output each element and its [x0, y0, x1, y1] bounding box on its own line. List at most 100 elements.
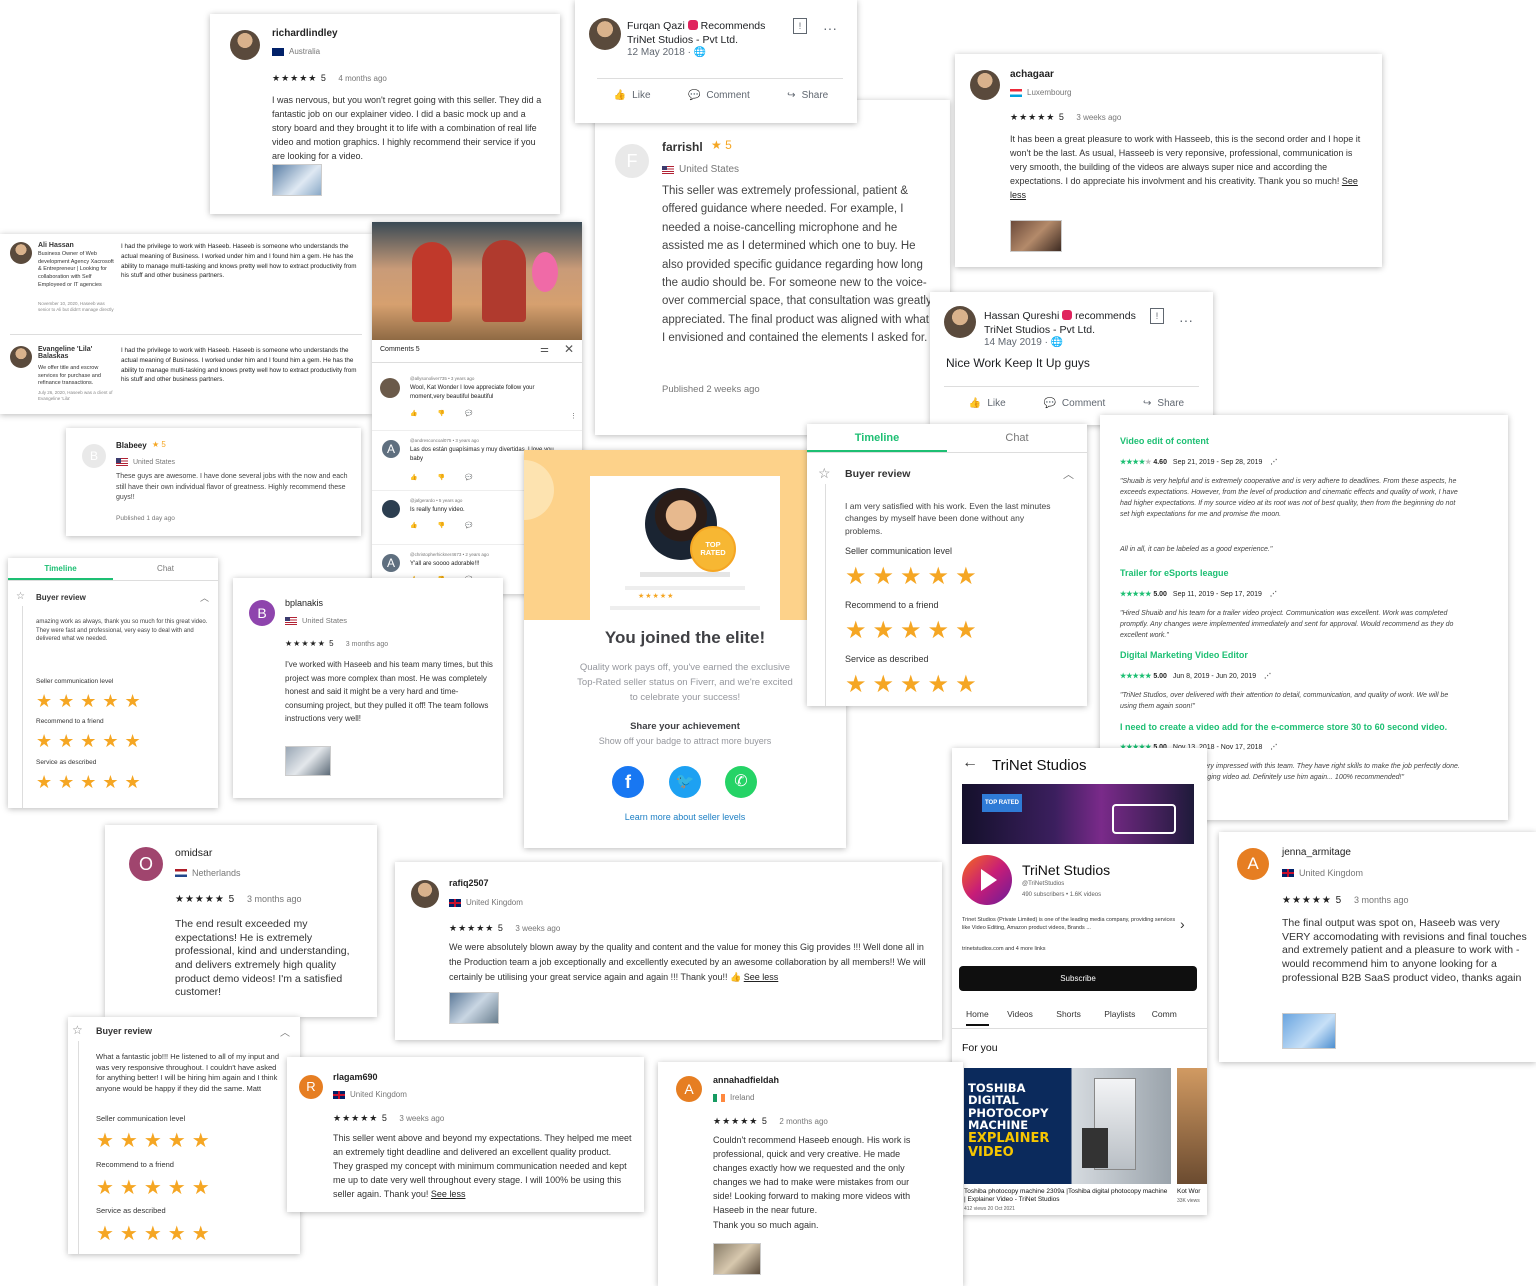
tab-chat[interactable]: Chat	[113, 558, 218, 580]
avatar[interactable]	[10, 346, 32, 368]
video-thumbnail[interactable]: TOSHIBA DIGITAL PHOTOCOPY MACHINE EXPLAI…	[964, 1068, 1171, 1184]
facebook-share-icon[interactable]: f	[612, 766, 644, 798]
reviewer-name[interactable]: richardlindley	[272, 28, 338, 39]
tab-videos[interactable]: Videos	[1007, 1009, 1033, 1019]
back-arrow-icon[interactable]: ←	[962, 754, 978, 772]
channel-avatar[interactable]	[962, 855, 1012, 905]
tab-community[interactable]: Comm	[1152, 1009, 1177, 1019]
avatar[interactable]: R	[299, 1075, 323, 1099]
share-button[interactable]: ↪ Share	[787, 90, 828, 101]
reviewer-name[interactable]: achagaar	[1010, 69, 1054, 80]
avatar[interactable]: B	[249, 600, 275, 626]
reviewer-name[interactable]: jenna_armitage	[1282, 847, 1351, 858]
chevron-right-icon[interactable]: ›	[1180, 916, 1185, 932]
see-less-link[interactable]: See less	[431, 1189, 466, 1199]
job-title[interactable]: Trailer for eSports league	[1120, 568, 1229, 578]
comment-button[interactable]: 💬 Comment	[688, 90, 750, 101]
video-thumbnail[interactable]	[713, 1243, 761, 1275]
tab-shorts[interactable]: Shorts	[1056, 1009, 1081, 1019]
tab-timeline[interactable]: Timeline	[807, 424, 947, 452]
avatar[interactable]	[970, 70, 1000, 100]
like-button[interactable]: 👍 Like	[614, 90, 651, 101]
avatar[interactable]: A	[382, 440, 400, 458]
comment-actions[interactable]: 👍👎💬	[410, 474, 492, 481]
share-button[interactable]: ↪ Share	[1143, 398, 1184, 409]
report-icon[interactable]: !	[793, 18, 807, 34]
job-title[interactable]: Video edit of content	[1120, 436, 1209, 446]
tab-home[interactable]: Home	[966, 1009, 989, 1026]
comment-button[interactable]: 💬 Comment	[1043, 398, 1105, 409]
tab-chat[interactable]: Chat	[947, 424, 1087, 452]
reviewer-name[interactable]: farrishl	[662, 140, 703, 154]
comment-author[interactable]: @jafgerardo • 5 years ago	[410, 498, 462, 503]
avatar[interactable]: A	[676, 1076, 702, 1102]
avatar[interactable]: B	[82, 444, 106, 468]
share-icon[interactable]: ⋰	[1270, 459, 1277, 466]
video-title-2[interactable]: Kot Wor	[1177, 1188, 1207, 1195]
close-icon[interactable]: ✕	[564, 342, 574, 356]
reviewer-name[interactable]: Blabeey	[116, 441, 147, 450]
job-title[interactable]: I need to create a video add for the e-c…	[1120, 722, 1447, 732]
video-thumbnail[interactable]	[285, 746, 331, 776]
avatar[interactable]	[10, 242, 32, 264]
like-button[interactable]: 👍 Like	[969, 398, 1006, 409]
channel-description[interactable]: Trinet Studios (Private Limited) is one …	[962, 916, 1177, 933]
recommender-name[interactable]: Ali Hassan	[38, 242, 74, 249]
avatar[interactable]	[230, 30, 260, 60]
report-icon[interactable]: !	[1150, 308, 1164, 324]
recommender-name[interactable]: Furqan Qazi	[627, 20, 685, 32]
chevron-up-icon[interactable]: ︿	[200, 591, 209, 604]
twitter-share-icon[interactable]: 🐦	[669, 766, 701, 798]
video-thumbnail-2[interactable]	[1177, 1068, 1207, 1184]
chevron-up-icon[interactable]: ︿	[280, 1024, 290, 1039]
avatar[interactable]	[589, 18, 621, 50]
reviewer-name[interactable]: annahadfieldah	[713, 1075, 779, 1085]
learn-more-link[interactable]: Learn more about seller levels	[524, 812, 846, 822]
recommender-name[interactable]: Hassan Qureshi	[984, 310, 1059, 322]
page-name[interactable]: TriNet Studios - Pvt Ltd.	[984, 324, 1095, 336]
share-icon: ↪	[787, 90, 796, 101]
chevron-up-icon[interactable]: ︿	[1063, 466, 1074, 482]
tab-playlists[interactable]: Playlists	[1104, 1009, 1135, 1019]
comment-author[interactable]: @andresconcoal075 • 3 years ago	[410, 438, 479, 443]
tab-timeline[interactable]: Timeline	[8, 558, 113, 580]
recommender-name[interactable]: Evangeline 'Lila' Balaskas	[38, 346, 98, 360]
avatar[interactable]: O	[129, 847, 163, 881]
avatar[interactable]	[380, 378, 400, 398]
video-title[interactable]: Toshiba photocopy machine 2309a |Toshiba…	[964, 1188, 1169, 1205]
more-options-icon[interactable]: ⋮	[570, 412, 577, 420]
reviewer-name[interactable]: omidsar	[175, 847, 212, 859]
see-less-link[interactable]: See less	[744, 972, 779, 982]
video-thumbnail[interactable]	[449, 992, 499, 1024]
channel-banner[interactable]: TOP RATED	[962, 784, 1194, 844]
video-thumbnail[interactable]	[1010, 220, 1062, 252]
divider	[10, 334, 362, 335]
page-name[interactable]: TriNet Studios - Pvt Ltd.	[627, 34, 738, 46]
video-thumbnail[interactable]	[272, 164, 322, 196]
more-options-icon[interactable]: ···	[1179, 312, 1193, 328]
avatar[interactable]	[944, 306, 976, 338]
comment-actions[interactable]: 👍👎💬	[410, 410, 492, 417]
channel-links[interactable]: trinetstudios.com and 4 more links	[962, 946, 1045, 952]
avatar[interactable]: A	[382, 554, 400, 572]
more-options-icon[interactable]: ···	[823, 20, 837, 36]
avatar[interactable]: A	[1237, 848, 1269, 880]
comment-author[interactable]: @allysonoliver735 • 3 years ago	[410, 376, 474, 381]
share-icon[interactable]: ⋰	[1270, 591, 1277, 598]
reviewer-name[interactable]: rlagam690	[333, 1072, 378, 1082]
avatar[interactable]: F	[615, 144, 649, 178]
comment-author[interactable]: @christopherhickner4673 • 2 years ago	[410, 552, 489, 557]
share-icon[interactable]: ⋰	[1264, 673, 1271, 680]
reviewer-name[interactable]: rafiq2507	[449, 878, 489, 888]
comment-actions[interactable]: 👍👎💬	[410, 522, 492, 529]
job-title[interactable]: Digital Marketing Video Editor	[1120, 650, 1248, 660]
share-icon[interactable]: ⋰	[1270, 744, 1277, 751]
reviewer-name[interactable]: bplanakis	[285, 598, 323, 608]
avatar[interactable]	[382, 500, 400, 518]
video-still[interactable]	[372, 222, 582, 340]
video-thumbnail[interactable]	[1282, 1013, 1336, 1049]
filter-icon[interactable]: ⚌	[540, 344, 549, 355]
avatar[interactable]	[411, 880, 439, 908]
subscribe-button[interactable]: Subscribe	[959, 966, 1197, 991]
whatsapp-share-icon[interactable]: ✆	[725, 766, 757, 798]
